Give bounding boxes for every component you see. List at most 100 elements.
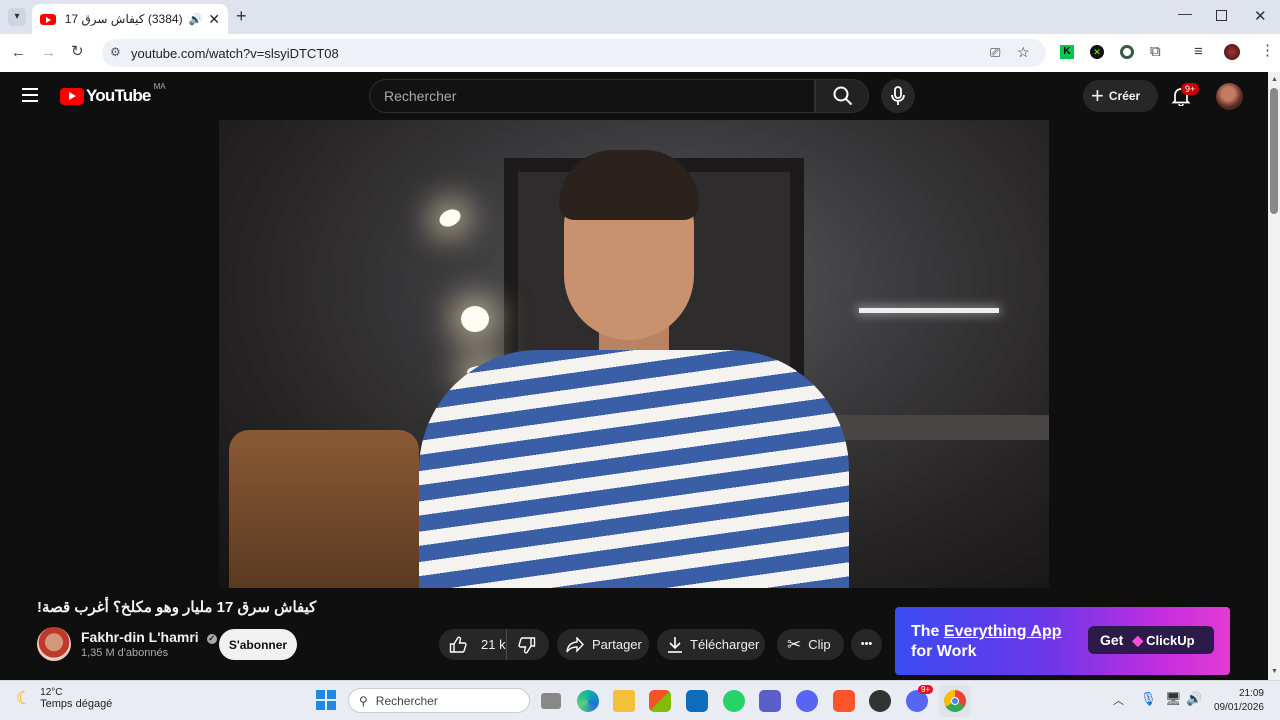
whatsapp-icon[interactable]: [723, 690, 745, 712]
microsoft-store-icon[interactable]: [649, 690, 671, 712]
obs-studio-icon[interactable]: [869, 690, 891, 712]
discord-icon-2[interactable]: 9+: [906, 685, 934, 712]
taskbar-search-placeholder: Rechercher: [375, 693, 438, 708]
dislike-button[interactable]: [507, 632, 536, 657]
youtube-logo[interactable]: YouTube MA: [60, 82, 166, 106]
taskbar-search-input[interactable]: ⚲ Rechercher: [348, 688, 530, 713]
clip-button[interactable]: ✂ Clip: [777, 629, 844, 660]
microphone-icon: [891, 86, 905, 105]
scrollbar-thumb[interactable]: [1270, 88, 1278, 214]
share-icon: [566, 636, 584, 653]
ad-headline-prefix: The: [911, 623, 944, 640]
restore-icon[interactable]: [1216, 10, 1227, 21]
forward-icon[interactable]: →: [41, 45, 56, 60]
volume-icon[interactable]: 🔊: [1186, 691, 1202, 707]
start-windows-icon[interactable]: [316, 690, 336, 710]
weather-widget[interactable]: ☾ 12°C Temps dégagé: [16, 687, 112, 710]
ad-headline-line2: for Work: [911, 643, 977, 660]
address-bar[interactable]: ⚙ youtube.com/watch?v=slsyiDTCT08 ⎚ ☆: [102, 39, 1046, 67]
guide-menu-icon[interactable]: [22, 88, 38, 102]
extension-x-icon[interactable]: ✕: [1090, 45, 1104, 59]
new-tab-button[interactable]: +: [236, 6, 247, 27]
microphone-tray-icon[interactable]: 🎙: [1140, 691, 1157, 707]
weather-temp: 12°C: [40, 687, 63, 698]
more-horizontal-icon: •••: [860, 638, 873, 650]
download-button[interactable]: Télécharger: [657, 629, 765, 660]
scroll-up-arrow-icon[interactable]: ▲: [1271, 76, 1278, 83]
ad-headline-highlight: Everything App: [943, 623, 1062, 640]
page-scrollbar[interactable]: ▲ ▼: [1268, 72, 1280, 680]
tab-close-icon[interactable]: ✕: [208, 11, 220, 28]
voice-search-button[interactable]: [881, 79, 915, 113]
back-icon[interactable]: ←: [11, 45, 26, 60]
scroll-down-arrow-icon[interactable]: ▼: [1271, 668, 1278, 675]
plus-icon: +: [1091, 83, 1104, 108]
tab-audio-icon[interactable]: 🔊: [189, 13, 203, 26]
thumbs-up-icon: [449, 636, 467, 653]
share-button[interactable]: Partager: [557, 629, 649, 660]
url-text: youtube.com/watch?v=slsyiDTCT08: [131, 45, 339, 61]
search-button[interactable]: [815, 79, 869, 113]
tab-search-button[interactable]: ▾: [8, 8, 26, 26]
minimize-icon[interactable]: —: [1178, 5, 1192, 21]
clip-label: Clip: [808, 637, 831, 652]
extension-circle-icon[interactable]: [1120, 45, 1134, 59]
chrome-icon[interactable]: [939, 685, 971, 717]
reload-icon[interactable]: ↻: [71, 44, 84, 59]
mail-icon[interactable]: [686, 690, 708, 712]
create-label: Créer: [1108, 89, 1141, 103]
browser-menu-icon[interactable]: ⋮: [1260, 43, 1275, 58]
scissors-icon: ✂: [787, 634, 802, 654]
network-icon[interactable]: 🖥: [1165, 691, 1182, 707]
notifications-badge: 9+: [1181, 83, 1200, 95]
logo-region-code: MA: [153, 82, 166, 91]
search-input[interactable]: Rechercher: [369, 79, 815, 113]
install-app-icon[interactable]: ⎚: [990, 45, 1000, 61]
channel-avatar[interactable]: [37, 627, 71, 661]
clickup-logo-icon: ◆: [1132, 631, 1144, 648]
video-title: كيفاش سرق 17 مليار وهو مكلخ؟ أغرب قصة!: [37, 599, 317, 616]
like-button[interactable]: 21 k: [439, 629, 507, 660]
bookmark-star-icon[interactable]: ☆: [1017, 44, 1030, 61]
tab-title: (3384) كيفاش سرق 17 مليار: [62, 12, 183, 26]
channel-name[interactable]: Fakhr-din L'hamri ✓: [81, 629, 217, 645]
extension-k-icon[interactable]: K: [1060, 45, 1074, 59]
brave-browser-icon[interactable]: [833, 690, 855, 712]
file-explorer-icon[interactable]: [613, 690, 635, 712]
close-window-icon[interactable]: ✕: [1254, 7, 1267, 25]
discord-badge: 9+: [918, 685, 934, 694]
weather-desc: Temps dégagé: [40, 698, 113, 710]
like-count: 21 k: [481, 637, 506, 652]
video-frame-lamp: [436, 206, 464, 230]
discord-icon[interactable]: [796, 690, 818, 712]
video-player[interactable]: [219, 120, 1049, 588]
edge-browser-icon[interactable]: [577, 690, 599, 712]
more-actions-button[interactable]: •••: [851, 629, 882, 660]
profile-avatar[interactable]: [1224, 44, 1240, 60]
thumbs-down-icon: [518, 637, 536, 654]
ad-cta-button[interactable]: Get ◆ ClickUp: [1088, 626, 1214, 654]
search-icon: [833, 86, 853, 106]
ad-headline: The Everything App for Work: [911, 622, 1062, 662]
account-avatar[interactable]: [1216, 83, 1243, 110]
browser-toolbar: ← → ↻ ⚙ youtube.com/watch?v=slsyiDTCT08 …: [0, 34, 1280, 72]
notifications-button[interactable]: 9+: [1171, 83, 1200, 107]
moon-icon: ☾: [16, 688, 33, 708]
browser-tab-strip: ▾ (3384) كيفاش سرق 17 مليار 🔊 ✕ + — ✕: [0, 0, 1280, 34]
clickup-ad-banner[interactable]: The Everything App for Work Get ◆ ClickU…: [895, 607, 1230, 675]
task-view-icon[interactable]: [541, 693, 561, 709]
ad-cta-get: Get: [1100, 632, 1124, 648]
clock[interactable]: 21:09 09/01/2026: [1212, 687, 1264, 715]
browser-tab-active[interactable]: (3384) كيفاش سرق 17 مليار 🔊 ✕: [32, 4, 228, 34]
extensions-puzzle-icon[interactable]: ⧉: [1150, 44, 1161, 59]
video-frame-lamp: [461, 306, 489, 332]
create-button[interactable]: + Créer: [1083, 80, 1158, 112]
video-frame-person-shirt: [419, 350, 849, 588]
channel-name-text: Fakhr-din L'hamri: [81, 629, 199, 645]
show-hidden-icons-chevron-icon[interactable]: ︿: [1113, 692, 1124, 708]
subscribe-button[interactable]: S'abonner: [219, 629, 297, 660]
ad-cta-brand: ClickUp: [1146, 632, 1195, 648]
teams-icon[interactable]: [759, 690, 781, 712]
site-info-icon[interactable]: ⚙: [110, 45, 121, 59]
media-controls-icon[interactable]: ≡: [1194, 44, 1203, 59]
